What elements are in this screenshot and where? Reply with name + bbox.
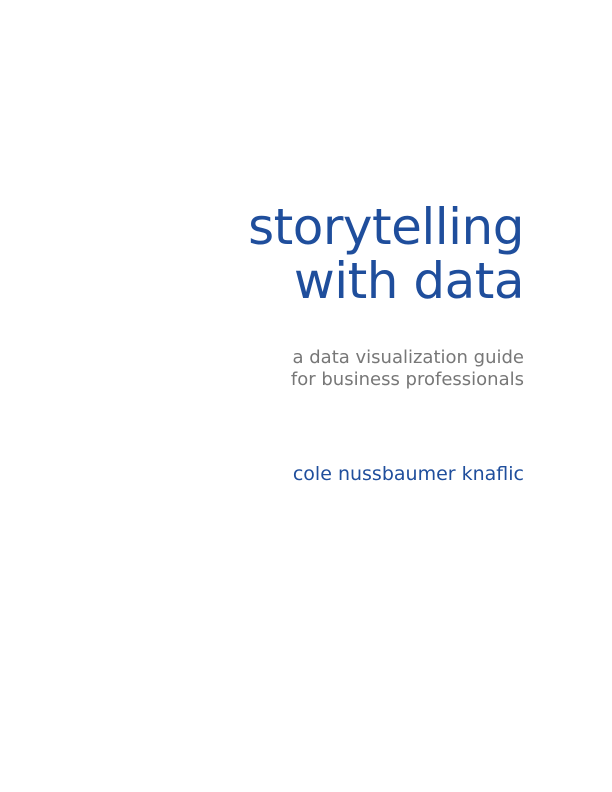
author-name: cole nussbaumer knaflic [292,463,524,485]
book-title: storytelling with data [248,200,524,308]
subtitle-line-2: for business professionals [290,369,524,390]
title-line-2: with data [293,252,525,310]
book-subtitle: a data visualization guide for business … [291,347,524,391]
subtitle-line-1: a data visualization guide [292,347,524,368]
title-line-1: storytelling [248,198,524,256]
